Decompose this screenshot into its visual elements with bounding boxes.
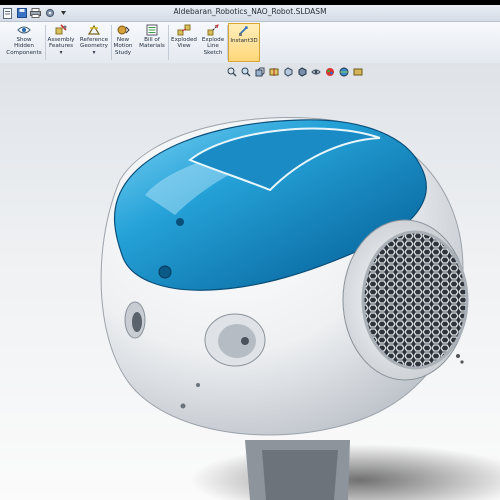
window-title: Aldebaran_Robotics_NAO_Robot.SLDASM (173, 7, 327, 16)
assembly-features-button[interactable]: Assembly Features ▾ (46, 23, 76, 62)
eye-icon (17, 26, 31, 34)
assembly-features-icon (55, 24, 67, 35)
exploded-view-button[interactable]: Exploded View (169, 23, 199, 62)
instant3d-label: Instant3D (230, 38, 258, 44)
instant3d-button[interactable]: Instant3D (228, 23, 260, 62)
reference-geometry-button[interactable]: Reference Geometry ▾ (78, 23, 110, 62)
explode-line-sketch-button[interactable]: Explode Line Sketch (200, 23, 226, 62)
instant3d-icon (239, 26, 248, 36)
exploded-view-label: Exploded View (171, 37, 197, 50)
bill-of-materials-button[interactable]: Bill of Materials (137, 23, 167, 62)
exploded-view-icon (177, 24, 191, 36)
new-motion-study-button[interactable]: New Motion Study (112, 23, 134, 62)
show-hidden-components-button[interactable]: Show Hidden Components (4, 23, 44, 62)
reference-geometry-label: Reference Geometry ▾ (79, 37, 109, 56)
title-bar: Aldebaran_Robotics_NAO_Robot.SLDASM (0, 5, 500, 22)
speaker-grille (361, 230, 469, 370)
motion-study-icon (117, 25, 130, 35)
bom-icon (146, 24, 158, 36)
command-manager-ribbon: Show Hidden Components Assembly Features… (0, 22, 500, 64)
robot-head-model[interactable] (0, 63, 500, 500)
reference-geometry-icon (87, 24, 101, 35)
new-motion-study-label: New Motion Study (113, 37, 133, 56)
graphics-area[interactable] (0, 63, 500, 500)
assembly-features-label: Assembly Features ▾ (47, 37, 75, 56)
explode-line-icon (207, 24, 219, 36)
head-sensor-dot (176, 218, 184, 226)
bill-of-materials-label: Bill of Materials (139, 37, 165, 50)
show-hidden-label: Show Hidden Components (6, 37, 42, 56)
explode-line-sketch-label: Explode Line Sketch (201, 37, 225, 56)
